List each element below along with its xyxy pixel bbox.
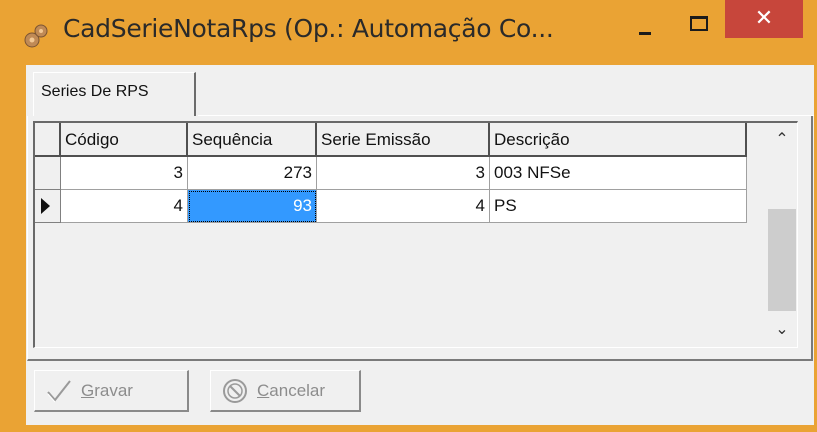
save-label: Gravar: [81, 381, 133, 400]
close-icon: ✕: [754, 6, 774, 31]
cell-sequencia[interactable]: 273: [188, 157, 317, 190]
scroll-thumb[interactable]: [768, 209, 796, 311]
scroll-track[interactable]: [766, 157, 797, 313]
gear-icon: [24, 24, 48, 48]
cell-descricao[interactable]: PS: [490, 190, 747, 223]
scroll-up-icon[interactable]: ⌃: [766, 123, 797, 157]
cell-descricao[interactable]: 003 NFSe: [490, 157, 747, 190]
checkmark-icon: [47, 380, 71, 403]
app-window: CadSerieNotaRps (Op.: Automação Co... ✕ …: [0, 0, 817, 432]
grid-body: Código Sequência Serie Emissão Descrição…: [35, 123, 765, 347]
row-indicator-header: [35, 123, 61, 157]
close-button[interactable]: ✕: [725, 0, 803, 38]
tab-label: Series De RPS: [41, 83, 149, 100]
column-header-serie-emissao[interactable]: Serie Emissão: [317, 123, 490, 157]
maximize-icon: [690, 16, 708, 31]
title-bar[interactable]: CadSerieNotaRps (Op.: Automação Co... ✕: [0, 0, 817, 64]
window-title: CadSerieNotaRps (Op.: Automação Co...: [63, 14, 554, 43]
minimize-icon: [639, 32, 651, 35]
cancel-label: Cancelar: [257, 381, 326, 400]
column-header-codigo[interactable]: Código: [61, 123, 188, 157]
vertical-scrollbar[interactable]: ⌃ ⌄: [766, 123, 797, 347]
scroll-down-icon[interactable]: ⌄: [766, 313, 797, 347]
data-grid[interactable]: Código Sequência Serie Emissão Descrição…: [33, 121, 798, 348]
row-indicator[interactable]: [35, 157, 61, 190]
cell-serie-emissao[interactable]: 4: [317, 190, 490, 223]
cell-codigo[interactable]: 4: [61, 190, 188, 223]
client-area: Series De RPS Código Sequência Serie Emi…: [26, 65, 814, 425]
minimize-button[interactable]: [628, 20, 668, 46]
row-indicator-current[interactable]: [35, 190, 61, 223]
cell-sequencia-selected[interactable]: 93: [188, 190, 317, 223]
cell-codigo[interactable]: 3: [61, 157, 188, 190]
current-row-pointer-icon: [41, 198, 50, 214]
cancel-button[interactable]: Cancelar: [210, 370, 361, 412]
save-button[interactable]: Gravar: [34, 370, 189, 412]
no-entry-icon: [223, 379, 247, 403]
maximize-button[interactable]: [684, 14, 724, 40]
column-header-descricao[interactable]: Descrição: [490, 123, 747, 157]
cell-serie-emissao[interactable]: 3: [317, 157, 490, 190]
tab-series-de-rps[interactable]: Series De RPS: [33, 72, 196, 116]
column-header-sequencia[interactable]: Sequência: [188, 123, 317, 157]
